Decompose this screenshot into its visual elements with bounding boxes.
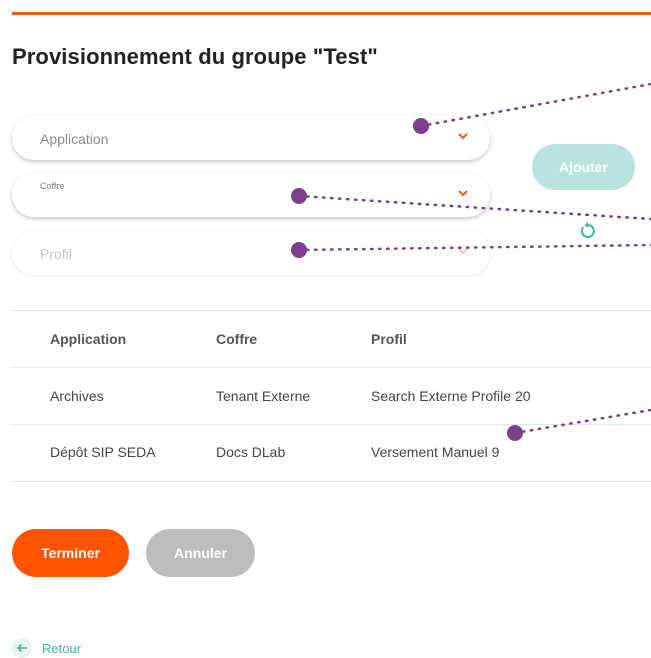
table-cell-profil: Search Externe Profile 20 <box>371 388 531 404</box>
column-header-coffre: Coffre <box>216 331 258 347</box>
add-button[interactable]: Ajouter <box>532 144 635 190</box>
table-bottom-divider <box>12 481 651 482</box>
table-cell-application: Archives <box>50 388 104 404</box>
arrow-left-icon <box>12 638 32 658</box>
coffre-label: Coffre <box>40 181 65 191</box>
chevron-down-icon <box>458 133 468 140</box>
reset-icon[interactable] <box>578 221 598 241</box>
table-cell-coffre: Docs DLab <box>216 444 286 460</box>
profil-placeholder: Profil <box>40 246 72 262</box>
page-title: Provisionnement du groupe "Test" <box>12 44 378 69</box>
back-label: Retour <box>42 640 82 656</box>
column-header-application: Application <box>50 331 127 347</box>
chevron-down-icon <box>458 248 468 255</box>
application-placeholder: Application <box>40 131 109 147</box>
finish-button[interactable]: Terminer <box>12 529 129 577</box>
annotation-marker <box>507 425 523 441</box>
table-header-divider <box>12 367 651 368</box>
column-header-profil: Profil <box>371 331 407 347</box>
table-cell-coffre: Tenant Externe <box>216 388 311 404</box>
profil-select[interactable]: Profil <box>12 231 490 275</box>
back-link[interactable]: Retour <box>12 638 81 658</box>
coffre-select[interactable]: Coffre <box>12 173 490 217</box>
table-cell-application: Dépôt SIP SEDA <box>50 444 156 460</box>
cancel-button[interactable]: Annuler <box>146 529 255 577</box>
top-accent-rule <box>12 12 651 15</box>
table-row-divider <box>12 424 651 425</box>
table-cell-profil: Versement Manuel 9 <box>371 444 500 460</box>
chevron-down-icon <box>458 190 468 197</box>
table-top-divider <box>12 310 651 311</box>
application-select[interactable]: Application <box>12 116 490 160</box>
